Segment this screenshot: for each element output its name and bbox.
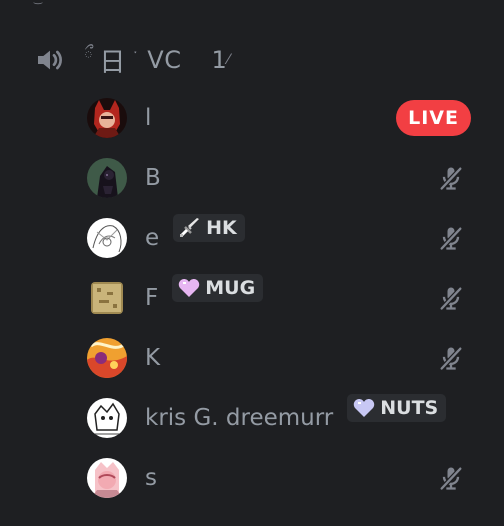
user-tag: MUG (172, 274, 264, 302)
channel-name-glyph: 日 (99, 47, 126, 78)
live-badge[interactable]: LIVE (396, 100, 471, 136)
channel-name-prefix: ྀ (84, 45, 94, 65)
voice-user-row[interactable]: K (87, 336, 487, 380)
purple-heart-icon (179, 279, 200, 297)
speaker-icon (38, 50, 62, 70)
previous-channel-edge: ‿ (34, 0, 48, 5)
user-name: l (145, 105, 152, 131)
user-avatar (87, 398, 127, 438)
lavender-heart-icon (354, 399, 375, 417)
channel-name-separator: ་ (133, 49, 138, 65)
mic-muted-icon (439, 167, 463, 191)
voice-user-row[interactable]: B (87, 156, 487, 200)
user-tag: NUTS (347, 394, 447, 422)
mic-muted-icon (439, 287, 463, 311)
voice-user-row[interactable]: kris G. dreemurr NUTS (87, 394, 487, 440)
user-name: kris G. dreemurr (145, 405, 334, 431)
user-name: F (145, 285, 159, 311)
user-tag-label: NUTS (380, 397, 439, 419)
user-name: e (145, 225, 160, 251)
mic-muted-icon (439, 347, 463, 371)
user-avatar (87, 458, 127, 498)
user-tag-label: MUG (205, 277, 256, 299)
mic-muted-icon (439, 227, 463, 251)
voice-user-row[interactable]: e HK (87, 214, 487, 260)
channel-user-count: 1 (211, 46, 228, 74)
user-tag-label: HK (206, 217, 237, 239)
user-tag: HK (173, 214, 245, 242)
channel-count-tail: ⁄ (227, 52, 231, 68)
voice-channel[interactable]: ྀ 日 ་ VC 1 ⁄ (34, 42, 474, 78)
voice-user-row[interactable]: s (87, 456, 487, 500)
sword-icon (180, 218, 200, 237)
user-avatar (87, 98, 127, 138)
channel-name: ྀ 日 ་ VC 1 ⁄ (84, 38, 230, 83)
user-name: s (145, 465, 157, 491)
voice-user-row[interactable]: l LIVE (87, 96, 487, 140)
mic-muted-icon (439, 467, 463, 491)
user-name: K (145, 345, 161, 371)
voice-user-row[interactable]: F MUG (87, 274, 487, 320)
user-avatar (87, 218, 127, 258)
user-name: B (145, 165, 161, 191)
user-avatar (91, 282, 123, 314)
user-avatar (87, 338, 127, 378)
user-avatar (87, 158, 127, 198)
channel-name-text: VC (147, 46, 182, 74)
